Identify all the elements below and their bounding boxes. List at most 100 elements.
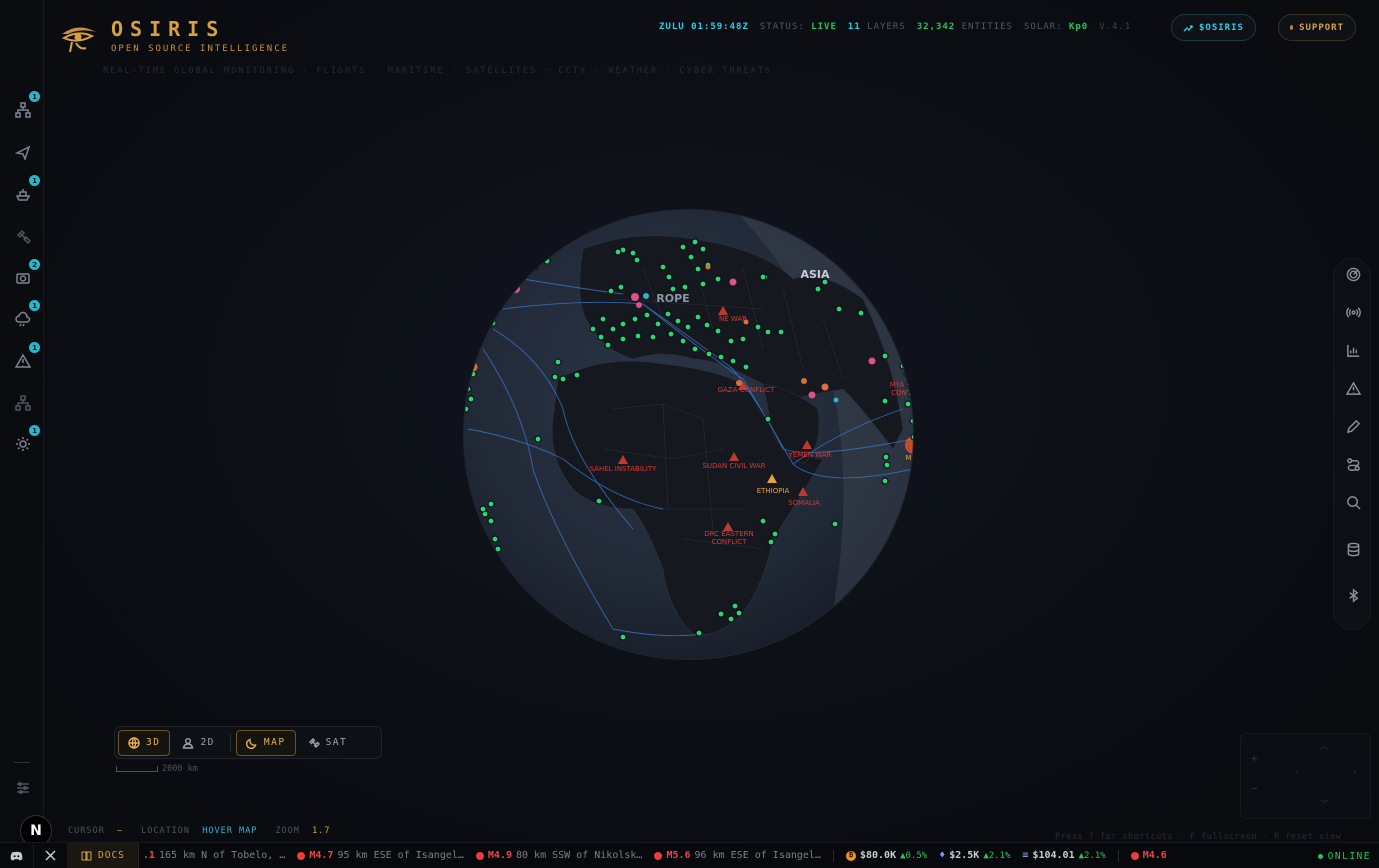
ticker-quake-item[interactable]: M5.6 96 km ESE of Isangel…	[654, 850, 821, 861]
label-yemen-war: YEMEN WAR	[788, 451, 832, 459]
ticker-quake-item[interactable]: M4.9 80 km SSW of Nikolsk…	[475, 850, 642, 861]
mode-2d-button[interactable]: 2D	[172, 730, 224, 756]
alerts-button[interactable]	[1344, 379, 1362, 397]
satellite-icon	[16, 229, 31, 244]
label-ethiopia: ETHIOPIA	[757, 487, 790, 495]
quake-dot-icon	[297, 851, 306, 860]
ticker-price-eth[interactable]: ♦ $2.5K ▲2.1%	[939, 850, 1010, 861]
pan-up-button[interactable]: ︿	[1320, 739, 1329, 752]
online-label: ONLINE	[1327, 850, 1371, 862]
sidebar-item-infrastructure[interactable]	[12, 392, 34, 414]
zoom-value: 1.7	[312, 826, 331, 836]
navigation-pad: + − ︿ ‹ › ﹀	[1240, 733, 1371, 819]
price-value: $2.5K	[949, 850, 980, 861]
pan-left-button[interactable]: ‹	[1294, 768, 1299, 778]
quake-magnitude: M4.7	[309, 850, 334, 861]
ticker-quake-item[interactable]: M4.6	[1130, 850, 1167, 861]
status-label: STATUS:	[759, 22, 805, 32]
support-dot-icon	[1290, 25, 1294, 30]
sidebar-item-network[interactable]: 1	[12, 91, 40, 121]
globe-svg[interactable]: ASIA ROPE NE WAR GAZA CONFLICT SAHEL INS…	[463, 209, 914, 660]
label-sudan-civil-war: SUDAN CIVIL WAR	[702, 462, 765, 470]
radar-button[interactable]	[1344, 265, 1362, 283]
quake-magnitude: .1	[142, 850, 155, 861]
token-button[interactable]: $OSIRIS	[1171, 14, 1256, 41]
pencil-icon	[1346, 419, 1360, 433]
map-person-icon	[183, 737, 194, 749]
sidebar-divider	[14, 762, 30, 763]
bluetooth-button[interactable]	[1344, 586, 1362, 604]
x-icon	[45, 850, 56, 861]
discord-button[interactable]	[0, 843, 34, 868]
quake-magnitude: M4.6	[1142, 850, 1167, 861]
sliders-icon	[17, 782, 29, 794]
sidebar-badge: 2	[29, 259, 40, 270]
docs-button[interactable]: DOCS	[68, 843, 139, 868]
sidebar-item-flights[interactable]	[12, 141, 34, 163]
sitemap-icon	[15, 395, 31, 411]
weather-icon	[15, 311, 31, 327]
trending-up-icon	[1183, 24, 1193, 31]
map-scale: 2000 km	[116, 764, 198, 774]
x-twitter-button[interactable]	[34, 843, 68, 868]
ticker-price-btc[interactable]: ₿ $80.0K ▲0.5%	[845, 850, 927, 861]
entities-label: ENTITIES	[961, 22, 1013, 32]
right-toolbar	[1333, 258, 1371, 630]
map-style-label: MAP	[263, 737, 286, 748]
pan-down-button[interactable]: ﹀	[1320, 797, 1329, 810]
sidebar-item-maritime[interactable]: 1	[12, 175, 40, 205]
routes-button[interactable]	[1344, 455, 1362, 473]
alert-icon	[15, 353, 31, 368]
cursor-label: CURSOR	[68, 826, 105, 836]
map-style-button[interactable]: MAP	[235, 729, 296, 756]
status-bar: ZULU 01:59:48Z STATUS: LIVE 11 LAYERS 32…	[659, 22, 1131, 32]
ticker-quake-item[interactable]: M4.7 95 km ESE of Isangel…	[297, 850, 464, 861]
oil-icon: ≡	[1022, 850, 1029, 861]
sidebar-item-satellites[interactable]	[12, 225, 34, 247]
label-drc-eastern: DRC EASTERN	[704, 530, 753, 538]
zulu-clock: ZULU 01:59:48Z	[659, 22, 749, 32]
layers-count: 11	[847, 22, 861, 32]
sidebar-settings[interactable]	[12, 777, 34, 799]
ticker-quake-item[interactable]: .1 165 km N of Tobelo, …	[143, 850, 285, 861]
broadcast-button[interactable]	[1344, 303, 1362, 321]
online-dot-icon	[1317, 853, 1323, 859]
sidebar-item-weather[interactable]: 1	[12, 300, 40, 330]
draw-button[interactable]	[1344, 417, 1362, 435]
shortcuts-hint: Press ? for shortcuts · F fullscreen · R…	[1055, 832, 1342, 842]
analytics-button[interactable]	[1344, 341, 1362, 359]
layers-label: LAYERS	[867, 22, 906, 32]
pan-right-button[interactable]: ›	[1352, 768, 1357, 778]
globe-view[interactable]: ASIA ROPE NE WAR GAZA CONFLICT SAHEL INS…	[463, 209, 914, 660]
scale-bar	[116, 766, 158, 772]
satellite-style-button[interactable]: SAT	[298, 730, 358, 756]
bottom-ticker: DOCS .1 165 km N of Tobelo, … M4.7 95 km…	[0, 842, 1379, 868]
quake-dot-icon	[1130, 851, 1139, 860]
ethereum-icon: ♦	[939, 850, 946, 861]
ticker-divider	[1117, 849, 1119, 862]
support-button-label: SUPPORT	[1299, 22, 1344, 33]
sidebar-badge: 1	[29, 300, 40, 311]
radar-icon	[1346, 267, 1360, 281]
label-somalia: SOMALIA	[788, 499, 820, 507]
label-myanmar: MYA AR	[890, 381, 917, 389]
search-button[interactable]	[1344, 493, 1362, 511]
zoom-out-button[interactable]: −	[1251, 782, 1258, 795]
camera-icon	[16, 273, 30, 284]
satellite-icon	[308, 737, 320, 748]
location-value: HOVER MAP	[202, 826, 258, 836]
sidebar-badge: 1	[29, 175, 40, 186]
sidebar-item-cctv[interactable]: 2	[12, 259, 40, 289]
solar-value: Kp0	[1068, 22, 1089, 32]
sidebar-item-alerts[interactable]: 1	[12, 342, 40, 372]
support-button[interactable]: SUPPORT	[1278, 14, 1356, 41]
sidebar-badge: 1	[29, 342, 40, 353]
database-button[interactable]	[1344, 540, 1362, 558]
ticker-price-oil[interactable]: ≡ $104.01 ▲2.1%	[1022, 850, 1105, 861]
price-change: ▲2.1%	[1078, 850, 1106, 861]
quake-dot-icon	[654, 851, 663, 860]
entities-count: 32,342	[916, 22, 956, 32]
sidebar-item-solar[interactable]: 1	[12, 425, 40, 455]
mode-3d-button[interactable]: 3D	[118, 729, 171, 756]
zoom-in-button[interactable]: +	[1251, 752, 1258, 765]
